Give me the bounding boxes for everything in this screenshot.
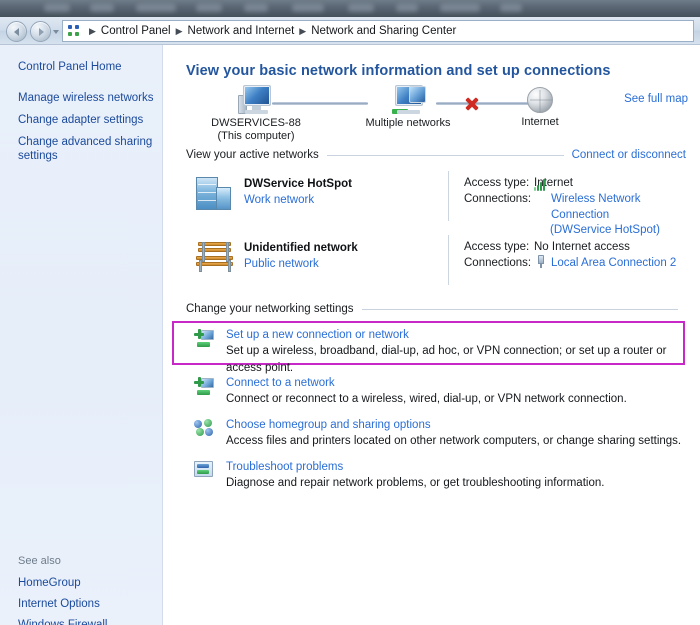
back-arrow-icon — [13, 27, 19, 36]
computer-icon — [238, 85, 274, 115]
setting-title[interactable]: Connect to a network — [226, 375, 686, 391]
sidebar-item-internet-options[interactable]: Internet Options — [18, 597, 158, 611]
sidebar: Control Panel Home Manage wireless netwo… — [0, 45, 163, 625]
active-networks-heading: View your active networks — [186, 149, 319, 161]
map-node-this-computer[interactable]: DWSERVICES-88 (This computer) — [196, 85, 316, 143]
header-rule — [326, 154, 564, 156]
see-full-map-link[interactable]: See full map — [624, 93, 688, 105]
breadcrumb-item-network-and-internet[interactable]: Network and Internet — [188, 25, 295, 37]
sidebar-item-homegroup[interactable]: HomeGroup — [18, 576, 158, 590]
main-content: View your basic network information and … — [164, 45, 700, 625]
network-folder-icon — [67, 24, 82, 39]
window-chrome-strip — [0, 0, 700, 17]
building-icon — [194, 175, 238, 215]
connect-or-disconnect-link[interactable]: Connect or disconnect — [572, 149, 686, 161]
connections-label: Connections: — [464, 193, 532, 205]
header-rule — [361, 308, 678, 310]
map-node-label: Multiple networks — [365, 117, 451, 129]
connection-link[interactable]: Local Area Connection 2 — [551, 255, 676, 271]
sidebar-item-windows-firewall[interactable]: Windows Firewall — [18, 618, 158, 625]
active-network-row-unidentified-network[interactable]: Unidentified network Public network Acce… — [186, 233, 686, 291]
breadcrumb-separator: ▶ — [299, 25, 307, 36]
history-dropdown-icon[interactable] — [53, 30, 59, 34]
settings-section-header: Change your networking settings — [186, 303, 686, 315]
network-details: Access type: Internet Connections: Wirel… — [464, 175, 686, 238]
network-type-link[interactable]: Public network — [244, 256, 358, 272]
sidebar-item-change-adapter-settings[interactable]: Change adapter settings — [18, 113, 158, 127]
sidebar-item-change-advanced-sharing-settings[interactable]: Change advanced sharing settings — [18, 135, 158, 163]
wireless-signal-icon — [534, 179, 548, 204]
lan-plug-icon — [534, 255, 548, 268]
map-node-multiple-networks[interactable]: Multiple networks — [348, 85, 468, 130]
bench-icon — [194, 239, 238, 279]
network-details: Access type: No Internet access Connecti… — [464, 239, 676, 271]
setting-description: Set up a wireless, broadband, dial-up, a… — [226, 345, 667, 374]
map-node-label: DWSERVICES-88 — [211, 117, 301, 129]
active-network-row-dwservice-hotspot[interactable]: DWService HotSpot Work network Access ty… — [186, 169, 686, 236]
setting-description: Diagnose and repair network problems, or… — [226, 477, 605, 489]
multiple-networks-icon — [390, 85, 426, 115]
connection-link[interactable]: Wireless Network Connection — [551, 191, 686, 223]
row-divider — [448, 235, 449, 285]
access-type-label: Access type: — [464, 241, 530, 253]
address-bar: ▶ Control Panel ▶ Network and Internet ▶… — [0, 17, 700, 45]
back-button[interactable] — [6, 21, 27, 42]
map-node-label: Internet — [521, 116, 559, 128]
troubleshoot-icon — [194, 461, 214, 479]
network-type-link[interactable]: Work network — [244, 192, 352, 208]
setting-title[interactable]: Troubleshoot problems — [226, 459, 686, 475]
sidebar-item-control-panel-home[interactable]: Control Panel Home — [18, 60, 158, 74]
breadcrumb-item-network-and-sharing-center[interactable]: Network and Sharing Center — [311, 25, 456, 37]
network-map: DWSERVICES-88 (This computer) Multiple n… — [164, 85, 700, 143]
setting-title[interactable]: Choose homegroup and sharing options — [226, 417, 686, 433]
forward-button[interactable] — [30, 21, 51, 42]
page-title: View your basic network information and … — [186, 63, 611, 79]
setting-troubleshoot-problems[interactable]: Troubleshoot problems Diagnose and repai… — [186, 459, 686, 492]
setting-title[interactable]: Set up a new connection or network — [226, 327, 686, 343]
forward-arrow-icon — [38, 27, 44, 36]
setting-choose-homegroup-and-sharing-options[interactable]: Choose homegroup and sharing options Acc… — [186, 417, 686, 450]
access-type-label: Access type: — [464, 177, 530, 189]
globe-icon — [527, 87, 553, 113]
connections-label: Connections: — [464, 257, 532, 269]
broken-link-x-icon — [464, 96, 480, 112]
new-connection-icon — [194, 329, 214, 347]
network-sharing-center-window: ▶ Control Panel ▶ Network and Internet ▶… — [0, 0, 700, 625]
connect-network-icon — [194, 377, 214, 395]
sidebar-item-manage-wireless-networks[interactable]: Manage wireless networks — [18, 91, 158, 105]
setting-connect-to-a-network[interactable]: Connect to a network Connect or reconnec… — [186, 375, 686, 408]
setting-set-up-new-connection[interactable]: Set up a new connection or network Set u… — [186, 327, 686, 377]
active-networks-section-header: View your active networks Connect or dis… — [186, 149, 686, 161]
map-node-sublabel: (This computer) — [217, 130, 295, 142]
row-divider — [448, 171, 449, 221]
homegroup-icon — [194, 419, 214, 437]
setting-description: Access files and printers located on oth… — [226, 435, 682, 447]
breadcrumb-separator: ▶ — [175, 25, 183, 36]
settings-heading: Change your networking settings — [186, 303, 354, 315]
network-name: DWService HotSpot — [244, 178, 352, 190]
access-type-value: No Internet access — [534, 241, 630, 253]
network-name: Unidentified network — [244, 242, 358, 254]
setting-description: Connect or reconnect to a wireless, wire… — [226, 393, 627, 405]
see-also-heading: See also — [18, 555, 61, 567]
map-node-internet[interactable]: Internet — [480, 85, 600, 129]
breadcrumb[interactable]: ▶ Control Panel ▶ Network and Internet ▶… — [62, 20, 694, 42]
breadcrumb-item-control-panel[interactable]: Control Panel — [101, 25, 171, 37]
breadcrumb-separator: ▶ — [89, 25, 96, 36]
